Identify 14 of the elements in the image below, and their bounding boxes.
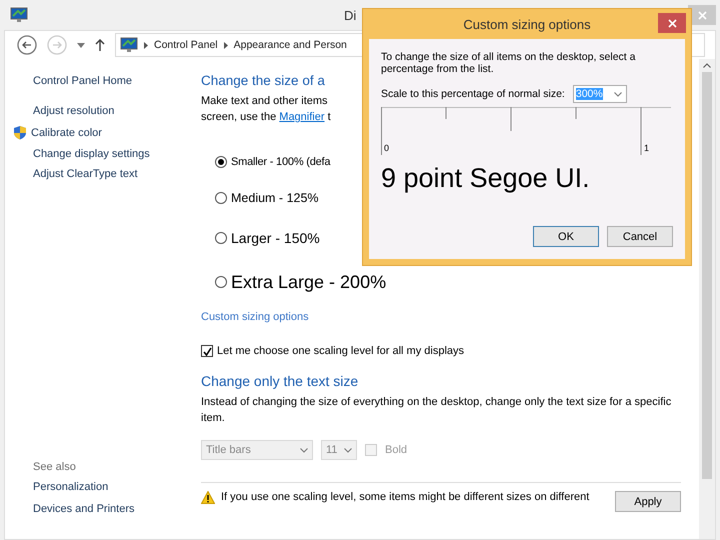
- sample-text: 9 point Segoe UI.: [381, 163, 591, 194]
- checkbox-label: Let me choose one scaling level for all my displays: [217, 345, 464, 357]
- intro-text: Make text and other items: [201, 94, 328, 109]
- dialog-title: Custom sizing options: [463, 16, 591, 32]
- scale-label: Scale to this percentage of normal size:: [381, 88, 565, 100]
- dialog-instructions: To change the size of all items on the desktop, select a percentage from the list.: [381, 51, 636, 75]
- description-text: Instead of changing the size of everything on the desktop, change only the text size for a specific item.: [201, 395, 672, 426]
- section-heading: Change the size of a: [201, 73, 325, 88]
- intro-text: screen, use the Magnifier t: [201, 110, 331, 125]
- section-heading: Change only the text size: [201, 373, 358, 389]
- see-also-label: See also: [33, 461, 77, 473]
- window-title: Di: [344, 8, 356, 22]
- bold-label: Bold: [385, 444, 408, 456]
- warning-text: If you use one scaling level, some items might be different sizes on different: [221, 491, 590, 503]
